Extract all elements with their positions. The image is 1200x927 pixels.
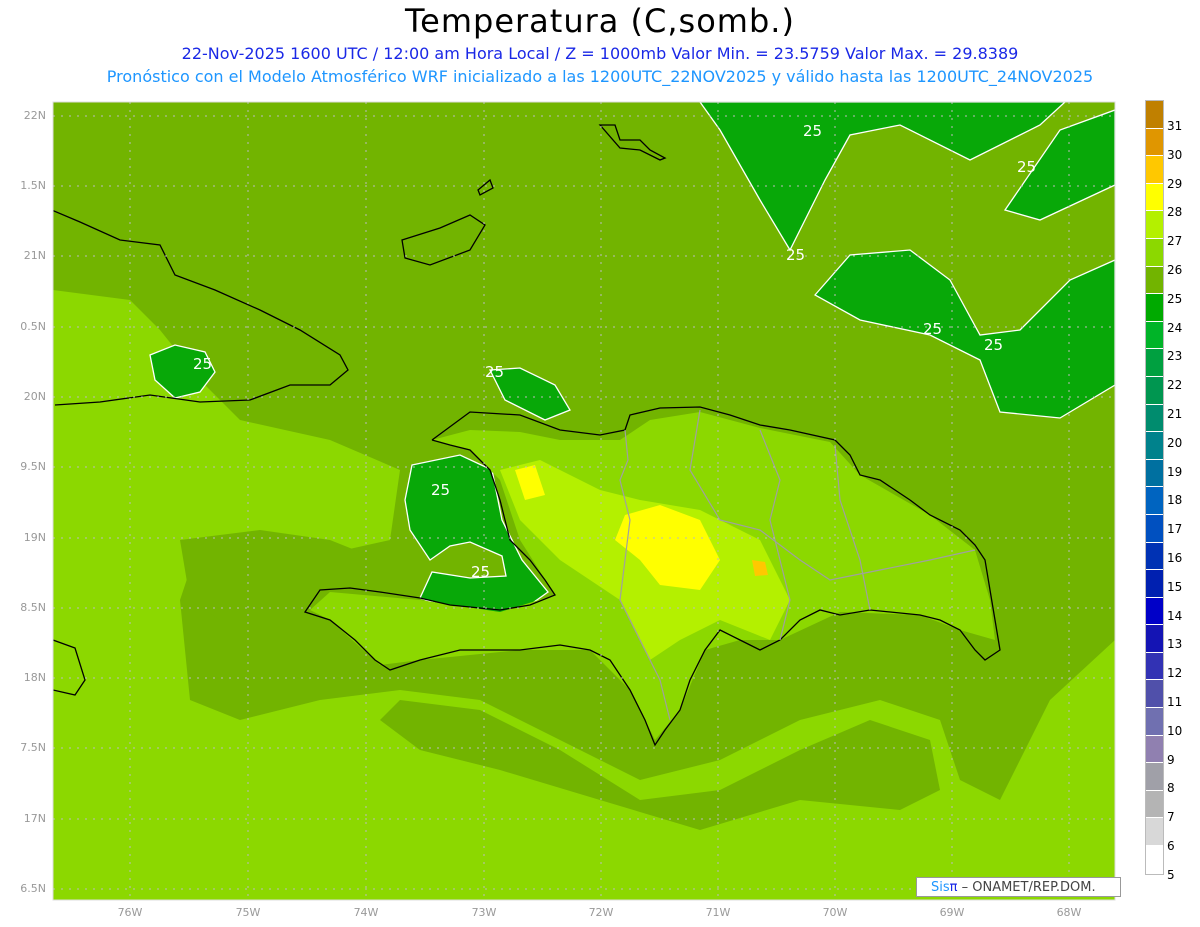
colorbar-label: 27 xyxy=(1167,234,1183,249)
contour-label: 25 xyxy=(984,336,1003,354)
colorbar-swatch xyxy=(1146,652,1163,681)
lon-label: 69W xyxy=(939,906,965,919)
colorbar-label: 25 xyxy=(1167,291,1183,306)
colorbar-swatch xyxy=(1146,846,1163,874)
lat-label: 18N xyxy=(23,671,46,684)
colorbar-label: 19 xyxy=(1167,464,1183,479)
colorbar-label: 29 xyxy=(1167,176,1183,191)
colorbar-label: 21 xyxy=(1167,407,1183,421)
lon-label: 71W xyxy=(705,906,731,919)
colorbar-swatch xyxy=(1146,708,1163,736)
lon-label: 70W xyxy=(822,906,848,919)
colorbar-label: 14 xyxy=(1167,608,1183,623)
colorbar-swatch xyxy=(1146,376,1163,405)
credit-sis: Sis xyxy=(931,880,950,895)
credit-org: – ONAMET/REP.DOM. xyxy=(957,880,1096,895)
colorbar-swatch xyxy=(1146,763,1163,791)
colorbar-label: 11 xyxy=(1167,695,1183,709)
colorbar-swatch xyxy=(1146,294,1163,322)
lon-label: 75W xyxy=(235,906,261,919)
lat-label: 20N xyxy=(23,390,46,403)
lon-label: 73W xyxy=(471,906,497,919)
colorbar-swatch xyxy=(1146,349,1163,377)
colorbar-swatch xyxy=(1146,266,1163,295)
contour-label: 25 xyxy=(1017,158,1036,176)
colorbar-swatch xyxy=(1146,156,1163,184)
colorbar-swatch xyxy=(1146,487,1163,515)
temperature-map: 25 25 25 25 25 25 25 25 25 xyxy=(52,101,1116,901)
colorbar xyxy=(1145,100,1164,875)
contour-label: 25 xyxy=(923,320,942,338)
colorbar-label: 15 xyxy=(1167,579,1183,594)
colorbar-swatch xyxy=(1146,183,1163,212)
colorbar-swatch xyxy=(1146,625,1163,653)
colorbar-label: 23 xyxy=(1167,349,1183,364)
colorbar-swatch xyxy=(1146,238,1163,267)
colorbar-label: 20 xyxy=(1167,435,1183,450)
colorbar-label: 13 xyxy=(1167,637,1183,652)
colorbar-label: 30 xyxy=(1167,147,1183,162)
colorbar-label: 9 xyxy=(1167,752,1175,767)
colorbar-swatch xyxy=(1146,321,1163,350)
colorbar-swatch xyxy=(1146,211,1163,239)
colorbar-swatch xyxy=(1146,128,1163,157)
colorbar-label: 6 xyxy=(1167,839,1175,853)
lat-label: 19N xyxy=(23,531,46,544)
lon-label: 76W xyxy=(117,906,143,919)
contour-label: 25 xyxy=(471,563,490,581)
lat-label: 8.5N xyxy=(20,601,46,614)
colorbar-swatch xyxy=(1146,818,1163,847)
colorbar-swatch xyxy=(1146,404,1163,433)
lat-label: 22N xyxy=(23,109,46,122)
contour-label: 25 xyxy=(803,122,822,140)
colorbar-label: 31 xyxy=(1167,119,1183,133)
colorbar-label: 17 xyxy=(1167,522,1183,537)
colorbar-swatch xyxy=(1146,542,1163,571)
colorbar-swatch xyxy=(1146,432,1163,460)
lon-label: 72W xyxy=(588,906,614,919)
colorbar-label: 12 xyxy=(1167,666,1183,681)
colorbar-swatch xyxy=(1146,680,1163,709)
colorbar-label: 26 xyxy=(1167,263,1183,277)
colorbar-swatch xyxy=(1146,570,1163,598)
colorbar-label: 5 xyxy=(1167,867,1175,882)
colorbar-label: 16 xyxy=(1167,551,1183,565)
colorbar-label: 22 xyxy=(1167,378,1183,393)
colorbar-swatch xyxy=(1146,790,1163,819)
lat-label: 9.5N xyxy=(20,460,46,473)
lon-label: 74W xyxy=(353,906,379,919)
colorbar-label: 28 xyxy=(1167,205,1183,220)
colorbar-swatch xyxy=(1146,597,1163,626)
contour-label: 25 xyxy=(431,481,450,499)
contour-label: 25 xyxy=(485,363,504,381)
colorbar-label: 8 xyxy=(1167,781,1175,796)
colorbar-label: 18 xyxy=(1167,493,1183,508)
credit-box: Sisπ – ONAMET/REP.DOM. xyxy=(916,877,1121,897)
lat-label: 6.5N xyxy=(20,882,46,895)
lat-label: 7.5N xyxy=(20,741,46,754)
lat-label: 1.5N xyxy=(20,179,46,192)
lon-label: 68W xyxy=(1056,906,1082,919)
colorbar-swatch xyxy=(1146,101,1163,129)
colorbar-swatch xyxy=(1146,514,1163,543)
colorbar-swatch xyxy=(1146,459,1163,488)
lat-label: 17N xyxy=(23,812,46,825)
colorbar-label: 7 xyxy=(1167,810,1175,825)
colorbar-label: 24 xyxy=(1167,320,1183,335)
contour-label: 25 xyxy=(193,355,212,373)
colorbar-swatch xyxy=(1146,735,1163,764)
contour-label: 25 xyxy=(786,246,805,264)
lat-label: 21N xyxy=(23,249,46,262)
colorbar-label: 10 xyxy=(1167,723,1183,738)
lat-label: 0.5N xyxy=(20,320,46,333)
